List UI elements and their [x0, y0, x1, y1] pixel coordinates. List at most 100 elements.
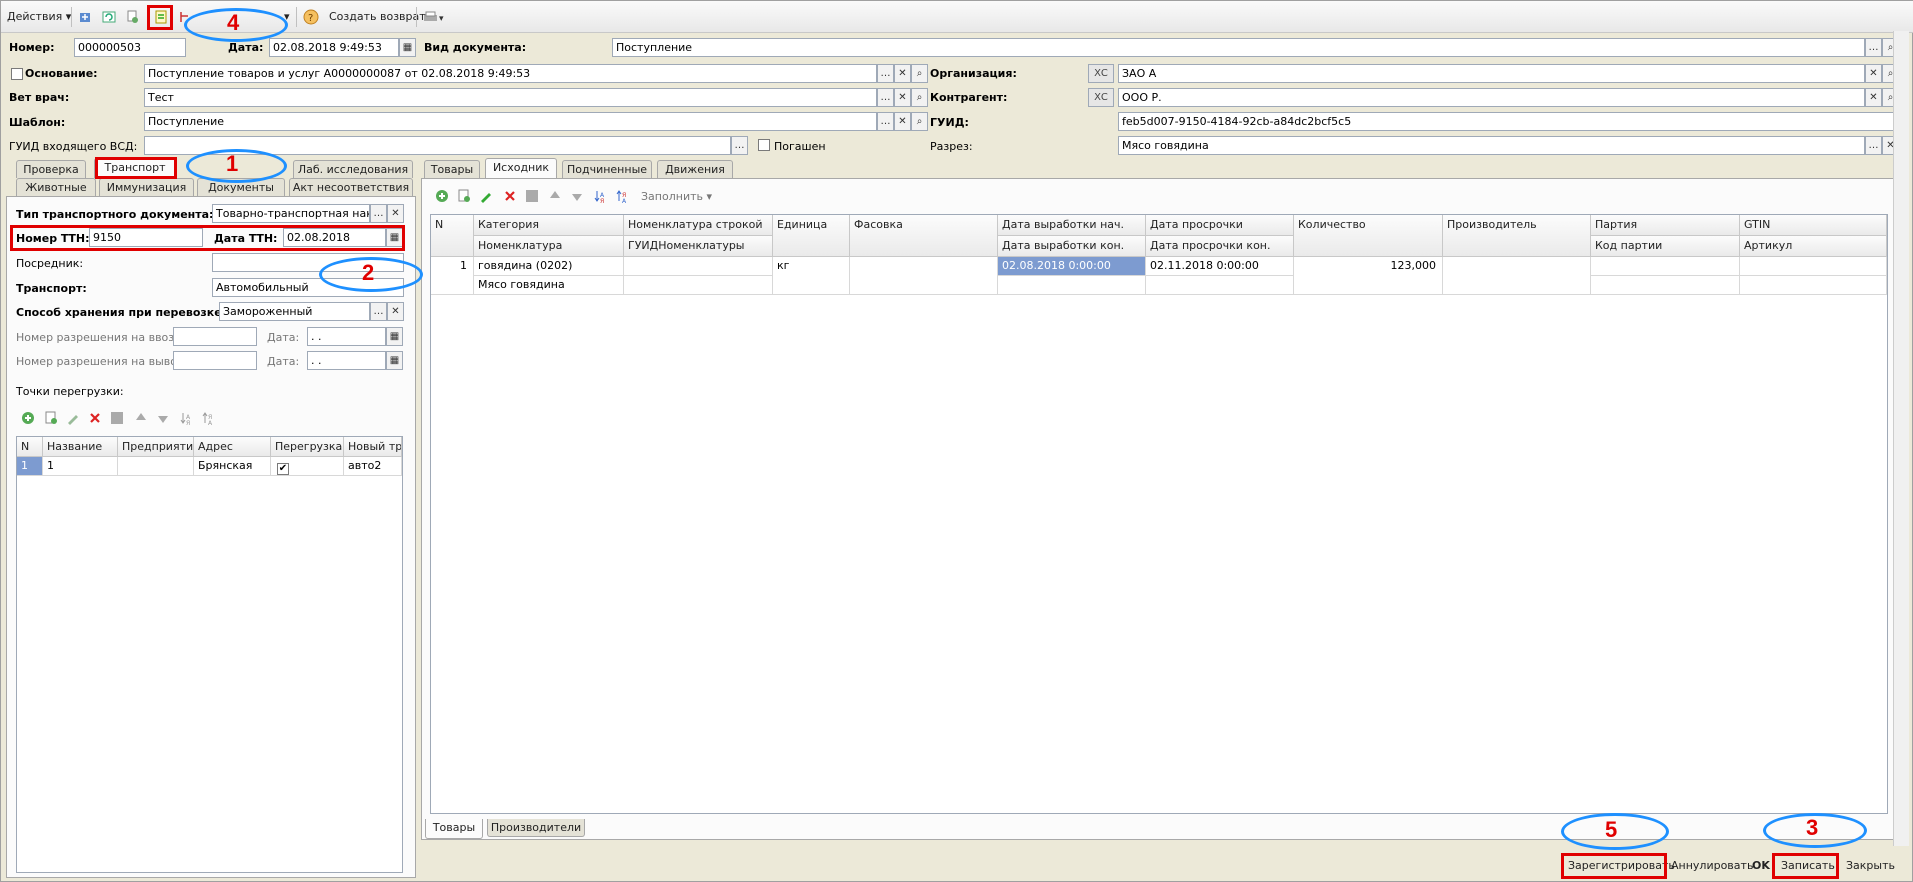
- table-cell[interactable]: кг: [773, 257, 850, 295]
- number-field[interactable]: 000000503: [74, 38, 186, 57]
- select-button[interactable]: …: [731, 136, 748, 155]
- cancel-document-button[interactable]: Аннулировать: [1671, 856, 1753, 876]
- table-cell[interactable]: 02.11.2018 0:00:00: [1146, 257, 1294, 276]
- copy-row-icon[interactable]: [44, 411, 58, 425]
- repaid-checkbox[interactable]: [758, 139, 770, 151]
- org-field[interactable]: ЗАО А: [1118, 64, 1865, 83]
- delete-icon[interactable]: [88, 411, 102, 425]
- xs-button[interactable]: ХС: [1088, 64, 1114, 83]
- import-date-field[interactable]: . .: [307, 327, 386, 346]
- table-cell[interactable]: [1443, 257, 1591, 295]
- sort-desc-icon[interactable]: ЯA: [616, 189, 630, 203]
- sort-desc-icon[interactable]: ЯA: [202, 411, 216, 425]
- select-button[interactable]: …: [1865, 38, 1882, 57]
- grid-header[interactable]: Количество: [1294, 215, 1443, 257]
- clear-icon[interactable]: ✕: [894, 112, 911, 131]
- export-date-field[interactable]: . .: [307, 351, 386, 370]
- basis-field[interactable]: Поступление товаров и услуг А0000000087 …: [144, 64, 877, 83]
- tab-lab[interactable]: Лаб. исследования: [293, 160, 413, 178]
- search-icon[interactable]: ⌕: [911, 88, 928, 107]
- select-button[interactable]: …: [1865, 136, 1882, 155]
- grid-header[interactable]: Партия: [1591, 215, 1740, 236]
- table-cell[interactable]: [118, 457, 194, 476]
- clear-icon[interactable]: ✕: [894, 88, 911, 107]
- grid-header[interactable]: Категория: [474, 215, 624, 236]
- table-cell[interactable]: [1591, 257, 1740, 276]
- grid-header[interactable]: Единица: [773, 215, 850, 257]
- search-icon[interactable]: ⌕: [911, 112, 928, 131]
- grid-header[interactable]: Дата просрочки: [1146, 215, 1294, 236]
- doctype-field[interactable]: Поступление: [612, 38, 1865, 57]
- grid-header[interactable]: Номенклатура: [474, 236, 624, 257]
- table-cell[interactable]: [624, 276, 773, 295]
- table-cell[interactable]: 1: [43, 457, 118, 476]
- template-field[interactable]: Поступление: [144, 112, 877, 131]
- tab-producers[interactable]: Производители: [487, 819, 585, 837]
- clear-icon[interactable]: ✕: [1865, 64, 1882, 83]
- copy-row-icon[interactable]: [457, 189, 471, 203]
- actions-menu[interactable]: Действия ▾: [7, 8, 71, 26]
- add-icon[interactable]: [435, 189, 449, 203]
- move-down-icon[interactable]: [570, 189, 584, 203]
- grid-header[interactable]: Фасовка: [850, 215, 998, 257]
- print-icon[interactable]: ▾: [421, 7, 447, 27]
- clear-icon[interactable]: ✕: [387, 204, 404, 223]
- table-cell[interactable]: Мясо говядина: [474, 276, 624, 295]
- tab-movements[interactable]: Движения: [657, 160, 733, 178]
- grid-header[interactable]: Предприятие: [118, 437, 194, 457]
- save-row-icon[interactable]: [525, 189, 539, 203]
- table-cell[interactable]: говядина (0202): [474, 257, 624, 276]
- table-cell[interactable]: Брянская: [194, 457, 271, 476]
- table-cell[interactable]: [624, 257, 773, 276]
- move-down-icon[interactable]: [156, 411, 170, 425]
- clear-icon[interactable]: ✕: [894, 64, 911, 83]
- table-cell[interactable]: авто2: [344, 457, 402, 476]
- save-row-icon[interactable]: [110, 411, 124, 425]
- storage-field[interactable]: Замороженный: [219, 302, 370, 321]
- grid-header[interactable]: Номенклатура строкой: [624, 215, 773, 236]
- post-icon[interactable]: [75, 7, 95, 27]
- doc-type-field[interactable]: Товарно-транспортная наклад: [212, 204, 370, 223]
- grid-header[interactable]: Дата просрочки кон.: [1146, 236, 1294, 257]
- table-cell[interactable]: [1740, 276, 1887, 295]
- create-return-button[interactable]: Создать возврат: [329, 8, 426, 26]
- basis-checkbox[interactable]: [11, 68, 23, 80]
- ok-button[interactable]: OK: [1752, 856, 1770, 876]
- search-icon[interactable]: ⌕: [911, 64, 928, 83]
- table-cell[interactable]: [1591, 276, 1740, 295]
- table-cell[interactable]: 123,000: [1294, 257, 1443, 295]
- export-permit-field[interactable]: [173, 351, 257, 370]
- grid-header[interactable]: Производитель: [1443, 215, 1591, 257]
- vet-field[interactable]: Тест: [144, 88, 877, 107]
- table-row-number[interactable]: 1: [17, 457, 43, 476]
- table-cell[interactable]: [850, 257, 998, 295]
- grid-header[interactable]: Название: [43, 437, 118, 457]
- move-up-icon[interactable]: [134, 411, 148, 425]
- table-cell[interactable]: ✔: [271, 457, 344, 476]
- delete-icon[interactable]: [503, 189, 517, 203]
- add-icon[interactable]: [21, 411, 35, 425]
- tab-goods-bottom[interactable]: Товары: [425, 819, 483, 839]
- table-row-number[interactable]: 1: [431, 257, 474, 295]
- clear-icon[interactable]: ✕: [1865, 88, 1882, 107]
- grid-header[interactable]: Дата выработки нач.: [998, 215, 1146, 236]
- fill-button[interactable]: Заполнить ▾: [641, 190, 712, 203]
- grid-header[interactable]: Артикул: [1740, 236, 1887, 257]
- contractor-field[interactable]: ООО Р.: [1118, 88, 1865, 107]
- tab-nonconformity[interactable]: Акт несоответствия: [289, 178, 413, 196]
- table-cell-selected[interactable]: 02.08.2018 0:00:00: [998, 257, 1146, 276]
- cut-field[interactable]: Мясо говядина: [1118, 136, 1865, 155]
- grid-header[interactable]: Перегрузка: [271, 437, 344, 457]
- xs-button[interactable]: ХС: [1088, 88, 1114, 107]
- grid-header[interactable]: Дата выработки кон.: [998, 236, 1146, 257]
- tab-immunization[interactable]: Иммунизация: [99, 178, 194, 196]
- grid-header[interactable]: Адрес: [194, 437, 271, 457]
- date-field[interactable]: 02.08.2018 9:49:53: [269, 38, 399, 57]
- sort-asc-icon[interactable]: AЯ: [594, 189, 608, 203]
- tab-source[interactable]: Исходник: [485, 158, 557, 178]
- grid-header[interactable]: Новый тра: [344, 437, 402, 457]
- tab-goods[interactable]: Товары: [424, 160, 480, 178]
- tab-subordinate[interactable]: Подчиненные: [562, 160, 652, 178]
- guid-field[interactable]: feb5d007-9150-4184-92cb-a84dc2bcf5c5: [1118, 112, 1899, 131]
- table-cell[interactable]: [1740, 257, 1887, 276]
